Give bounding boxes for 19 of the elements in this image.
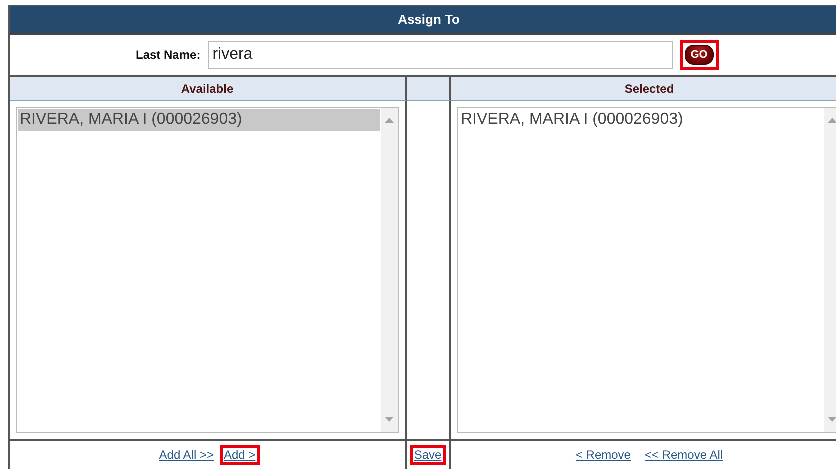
column-header: Available: [10, 77, 407, 101]
list-item[interactable]: RIVERA, MARIA I (000026903): [459, 109, 823, 131]
link[interactable]: < Remove: [576, 448, 631, 462]
panel-title: Assign To: [10, 6, 836, 35]
scroll-down-icon[interactable]: [828, 417, 836, 422]
column-header: Selected: [451, 77, 836, 101]
scrollbar[interactable]: [824, 108, 836, 432]
last-name-field[interactable]: rivera: [208, 41, 673, 69]
list-item[interactable]: RIVERA, MARIA I (000026903): [18, 109, 380, 131]
link[interactable]: Add All >>: [159, 448, 214, 462]
available-listbox[interactable]: RIVERA, MARIA I (000026903): [16, 107, 399, 433]
scrollbar[interactable]: [381, 108, 398, 432]
selected-listbox[interactable]: RIVERA, MARIA I (000026903): [457, 107, 836, 433]
go-button[interactable]: GO: [684, 45, 714, 65]
scroll-down-icon[interactable]: [385, 417, 394, 422]
link[interactable]: << Remove All: [644, 448, 724, 462]
last-name-label: Last Name:: [136, 48, 201, 62]
scroll-up-icon[interactable]: [385, 118, 394, 123]
scroll-up-icon[interactable]: [828, 118, 836, 123]
